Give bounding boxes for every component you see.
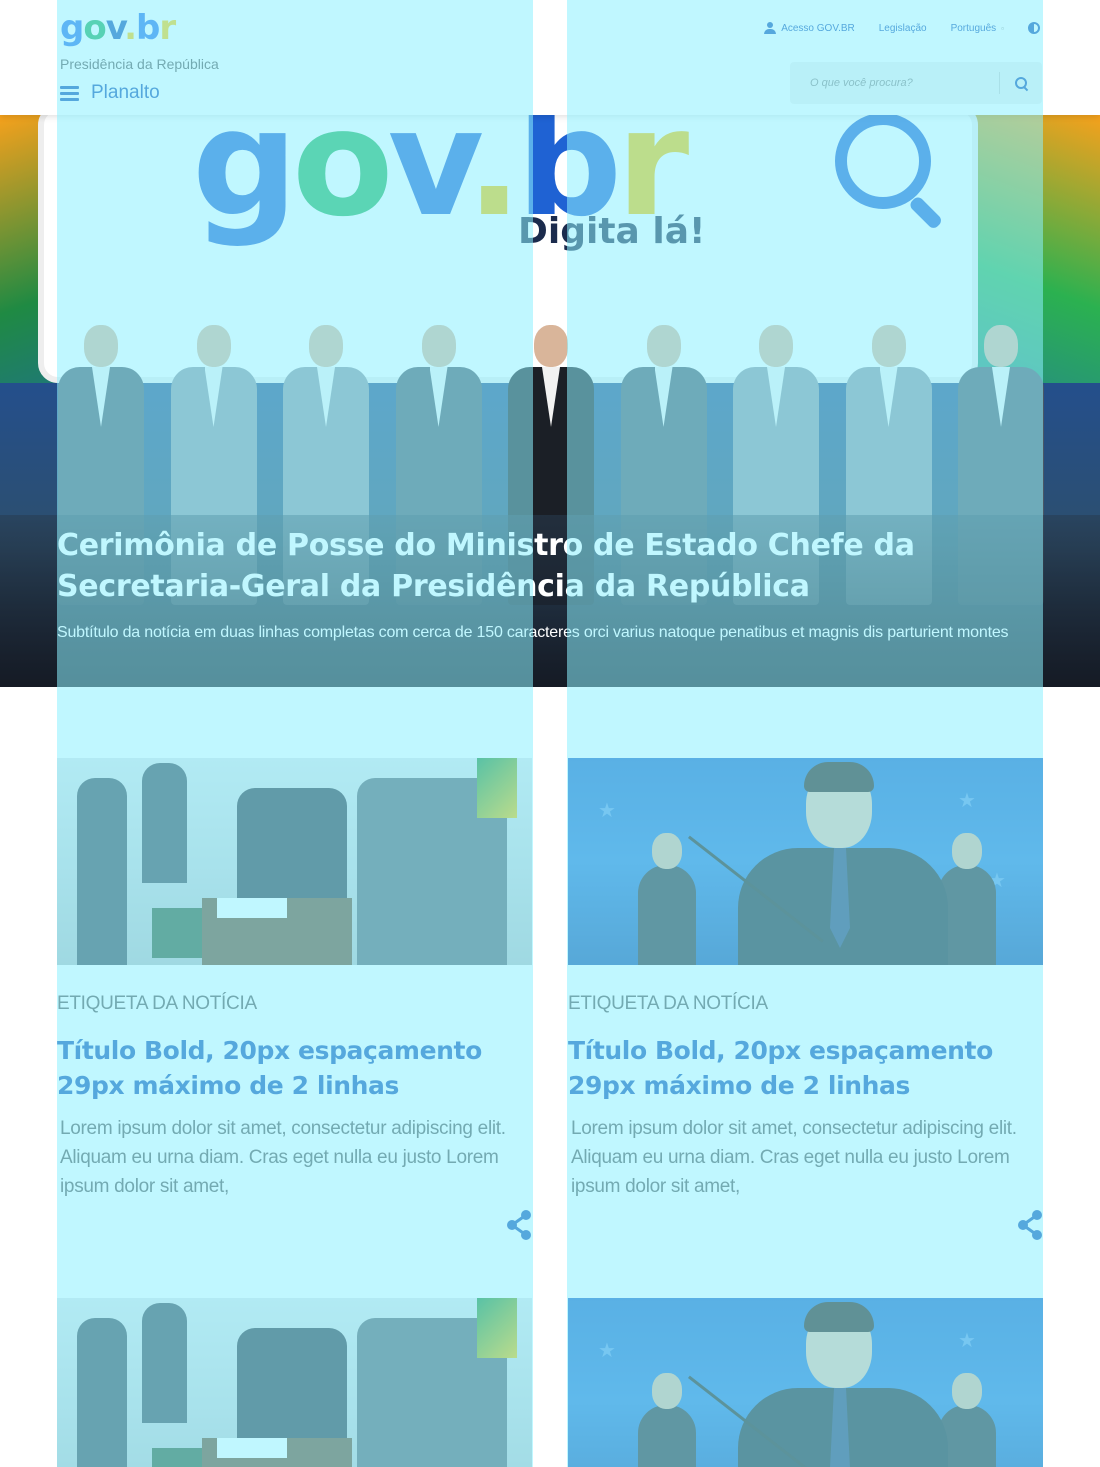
news-card-image[interactable] xyxy=(57,758,532,965)
language-label: Português xyxy=(950,22,997,34)
gov-br-logo[interactable]: gov.br xyxy=(60,8,176,48)
news-card-description: Lorem ipsum dolor sit amet, consectetur … xyxy=(60,1118,506,1197)
top-links: Acesso GOV.BR Legislação Português ▫ xyxy=(764,22,1040,34)
search-input[interactable] xyxy=(790,62,999,104)
news-card[interactable] xyxy=(57,1298,532,1467)
news-card-title[interactable]: Título Bold, 20px espaçamento 29px máxim… xyxy=(568,1033,1028,1103)
news-card-image[interactable]: ★ ★ xyxy=(568,1298,1043,1467)
news-card-image[interactable] xyxy=(57,1298,532,1467)
organization-name: Presidência da República xyxy=(60,56,219,72)
contrast-toggle[interactable] xyxy=(1028,22,1040,34)
share-icon[interactable] xyxy=(1017,1210,1043,1240)
access-govbr-label: Acesso GOV.BR xyxy=(781,22,855,34)
legislation-link[interactable]: Legislação xyxy=(879,23,927,34)
site-name: Planalto xyxy=(91,82,160,103)
news-card-description: Lorem ipsum dolor sit amet, consectetur … xyxy=(571,1118,1017,1197)
share-icon[interactable] xyxy=(506,1210,532,1240)
news-card-tag[interactable]: ETIQUETA DA NOTÍCIA xyxy=(568,993,768,1015)
search-bar xyxy=(790,62,1042,104)
site-header: gov.br Presidência da República Planalto… xyxy=(0,0,1100,115)
news-card[interactable]: ETIQUETA DA NOTÍCIA Título Bold, 20px es… xyxy=(57,758,532,1258)
legislation-label: Legislação xyxy=(878,22,927,34)
access-govbr-link[interactable]: Acesso GOV.BR xyxy=(764,22,855,34)
language-selector[interactable]: Português ▫ xyxy=(951,23,1004,34)
hero-title[interactable]: Cerimônia de Posse do Ministro de Estado… xyxy=(57,525,1037,607)
news-card-image[interactable]: ★ ★ ★ ★ xyxy=(568,758,1043,965)
hero-news[interactable]: gov.br Digita lá! Cerimônia de Posse do … xyxy=(0,115,1100,687)
chevron-down-icon: ▫ xyxy=(1001,23,1004,33)
main-menu-button[interactable]: Planalto xyxy=(60,82,160,104)
news-card-tag[interactable]: ETIQUETA DA NOTÍCIA xyxy=(57,993,257,1015)
news-card[interactable]: ★ ★ xyxy=(568,1298,1043,1467)
search-button[interactable] xyxy=(1000,62,1042,104)
user-icon xyxy=(764,22,777,34)
contrast-icon xyxy=(1028,22,1040,34)
news-card-title[interactable]: Título Bold, 20px espaçamento 29px máxim… xyxy=(57,1033,517,1103)
search-icon xyxy=(1014,76,1028,90)
menu-icon xyxy=(60,85,79,101)
news-card[interactable]: ★ ★ ★ ★ ETIQUETA DA NOTÍCIA Título Bold,… xyxy=(568,758,1043,1258)
hero-banner-tagline: Digita lá! xyxy=(518,211,706,252)
hero-magnifier-icon xyxy=(835,115,945,223)
hero-subtitle: Subtítulo da notícia em duas linhas comp… xyxy=(57,624,1009,641)
